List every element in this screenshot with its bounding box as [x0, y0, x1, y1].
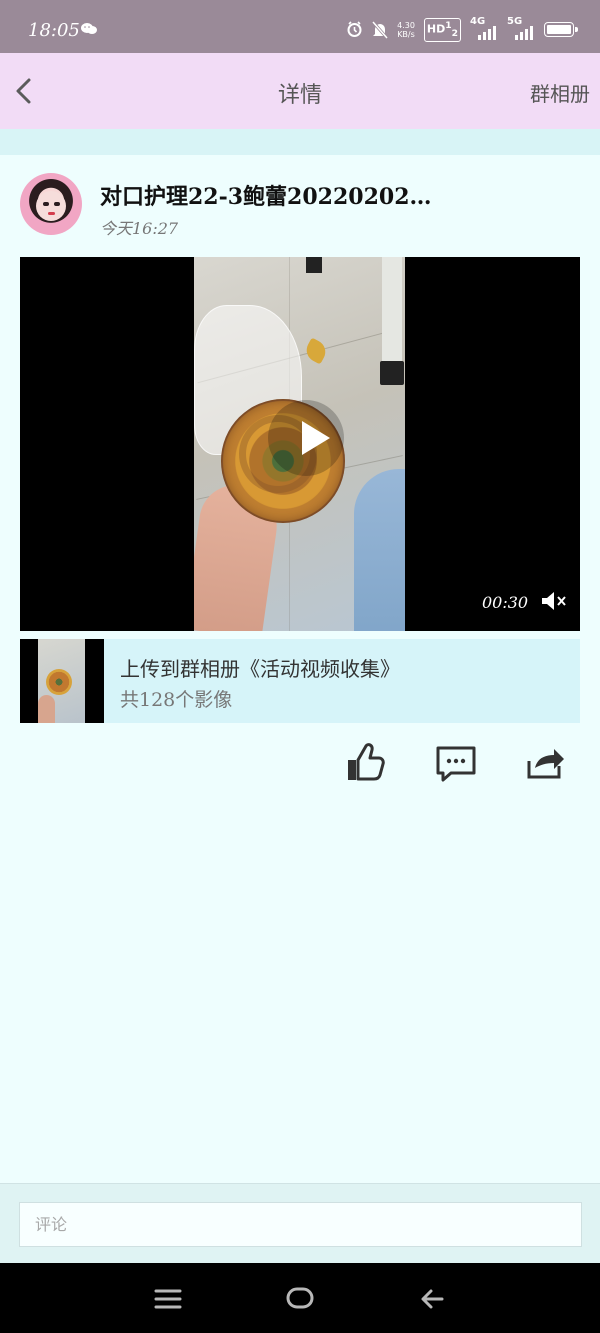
battery-icon	[544, 22, 578, 38]
comment-input[interactable]	[19, 1202, 582, 1247]
album-count: 共128个影像	[120, 689, 233, 711]
hd-voice-badge: HD12	[423, 18, 461, 42]
comment-icon[interactable]	[434, 740, 478, 784]
play-icon	[302, 421, 330, 455]
album-upload-card[interactable]: 上传到群相册《活动视频收集》 共128个影像	[20, 639, 580, 723]
post-title: 对口护理22-3鲍蕾20220202…	[100, 184, 432, 210]
video-player[interactable]: 00:30	[20, 257, 580, 631]
post-time: 今天16:27	[100, 219, 179, 238]
network-speed: 4.30 KB/s	[397, 21, 415, 39]
album-title: 上传到群相册《活动视频收集》	[120, 657, 400, 681]
avatar[interactable]	[20, 173, 82, 235]
video-duration: 00:30	[482, 593, 529, 612]
thumbs-up-icon[interactable]	[344, 740, 388, 784]
hd-label: HD	[426, 22, 446, 36]
volume-muted-icon[interactable]	[540, 590, 568, 612]
share-icon[interactable]	[523, 740, 567, 784]
wechat-icon	[81, 23, 97, 34]
top-navigation: 详情 群相册	[0, 53, 600, 129]
status-bar: 18:05 4.30 KB/s HD12 4G 5G	[0, 0, 600, 53]
alarm-icon	[347, 21, 362, 38]
header-divider	[0, 129, 600, 155]
back-arrow-icon[interactable]	[418, 1284, 448, 1314]
status-icons: 4.30 KB/s HD12 4G 5G	[346, 16, 578, 42]
signal-4g: 4G	[470, 16, 498, 40]
album-thumbnail	[20, 639, 104, 723]
bell-off-icon	[372, 20, 389, 39]
hd-sub2: 2	[451, 27, 458, 39]
signal-bars-icon	[478, 25, 496, 40]
page-title: 详情	[277, 83, 322, 108]
network-speed-value: 4.30	[397, 20, 415, 30]
signal-5g: 5G	[507, 16, 535, 40]
comment-bar	[0, 1183, 600, 1263]
network-speed-unit: KB/s	[397, 29, 415, 39]
signal-bars-icon	[515, 25, 533, 40]
menu-icon[interactable]	[154, 1284, 182, 1314]
home-icon[interactable]	[285, 1286, 315, 1310]
status-time: 18:05	[28, 20, 80, 41]
group-album-button[interactable]: 群相册	[530, 78, 590, 107]
